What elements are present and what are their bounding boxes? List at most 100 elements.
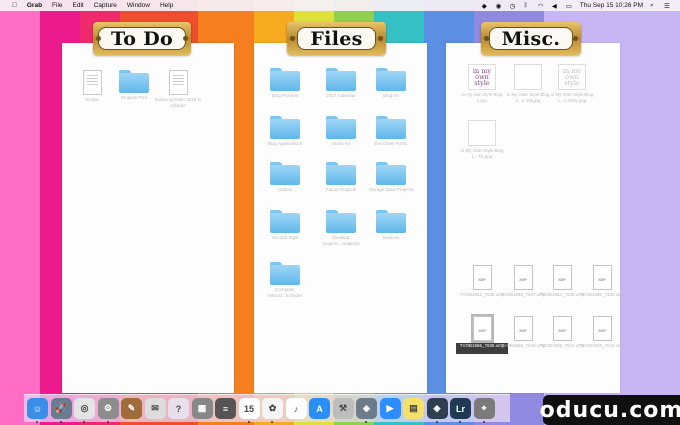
- dropbox-icon[interactable]: ◆: [482, 2, 489, 10]
- desktop-item[interactable]: Invoices: [365, 210, 417, 246]
- volume-icon[interactable]: ◀: [552, 2, 559, 10]
- screw-icon: [484, 36, 489, 41]
- desktop-item[interactable]: Desktop Organiz...ctobjects: [315, 210, 367, 246]
- dock-finder-icon[interactable]: ☺: [27, 398, 48, 423]
- desktop-item[interactable]: Blog Art: [365, 68, 417, 104]
- todo-title-plate: To Do: [93, 22, 191, 55]
- menu-window[interactable]: Window: [122, 2, 155, 9]
- xmp-file-icon: XMP: [470, 314, 494, 343]
- desktop-item[interactable]: 2017 Calendar: [315, 68, 367, 104]
- dock-glyph: ▦: [197, 403, 207, 413]
- dock-glyph: A: [316, 403, 323, 414]
- desktop-item-label: Invoices: [382, 235, 400, 240]
- folder-icon: [270, 210, 300, 233]
- dock-automator-icon[interactable]: ⚒: [332, 398, 354, 419]
- folder-icon: [326, 68, 356, 91]
- desktop-item[interactable]: in my own style in my own style Blog Logo: [456, 64, 508, 103]
- time-machine-icon[interactable]: ◷: [510, 2, 517, 10]
- screw-icon: [183, 36, 188, 41]
- running-indicator: [365, 421, 367, 423]
- dock-capture-one-icon[interactable]: ◈: [426, 398, 448, 423]
- dock-grab-icon[interactable]: ⌖: [473, 398, 495, 423]
- misc-title-plate: Misc.: [481, 22, 581, 55]
- bluetooth-icon[interactable]: ᛒ: [524, 2, 531, 9]
- desktop-item[interactable]: XMP TVOB1665_7639.xmp: [576, 265, 628, 303]
- dock-preview-icon[interactable]: ▦: [191, 398, 213, 419]
- desktop-item[interactable]: Videos: [259, 162, 311, 198]
- desktop-item[interactable]: You Dot Style: [259, 210, 311, 246]
- image-thumbnail-icon: in my own style: [558, 64, 586, 90]
- dock-launchpad-icon[interactable]: 🚀: [50, 398, 72, 423]
- running-indicator: [83, 421, 85, 423]
- dock-textedit-icon[interactable]: ≡: [215, 398, 236, 419]
- desktop-item[interactable]: Future Projects: [315, 162, 367, 198]
- dock-glyph: 🚀: [55, 403, 67, 413]
- todo-title: To Do: [111, 27, 173, 50]
- desktop-item-label: Ent Client Fonts: [374, 141, 407, 146]
- desktop-item[interactable]: XMP TVOB1669_7642.xmp: [576, 316, 628, 354]
- desktop-item-label: Videos: [278, 187, 292, 192]
- battery-icon[interactable]: ▭: [566, 2, 573, 10]
- dock-glyph: Lr: [456, 403, 465, 414]
- desktop-item[interactable]: Blog Pictures: [259, 68, 311, 104]
- dock-calendar-icon[interactable]: 15: [238, 398, 260, 423]
- app-menu[interactable]: Grab: [22, 2, 47, 9]
- desktop-item[interactable]: Computer Instruct...Includes: [259, 262, 311, 298]
- menu-capture[interactable]: Capture: [89, 2, 122, 9]
- dock-glyph: ◎: [80, 403, 89, 413]
- menu-help[interactable]: Help: [155, 2, 178, 9]
- dock-photos-icon[interactable]: ✿: [262, 398, 283, 423]
- desktop-item[interactable]: Blog Applications: [259, 116, 311, 152]
- wallpaper-stripe: [0, 0, 40, 425]
- desktop-item[interactable]: Follow up letter 2016 to Adophe: [152, 70, 204, 108]
- desktop-item-label: Blog Pictures: [271, 93, 299, 98]
- xmp-file-icon: XMP: [513, 265, 533, 290]
- desktop-item-label: Blog Applications: [267, 141, 303, 146]
- xmp-file-icon: XMP: [552, 316, 572, 341]
- image-thumbnail-icon: [514, 64, 542, 90]
- folder-icon: [326, 162, 356, 185]
- misc-title: Misc.: [501, 27, 561, 50]
- dock-screenshot-icon[interactable]: ◈: [356, 398, 377, 423]
- desktop-item-label: in my own style Blog Logo: [461, 92, 503, 103]
- xmp-file-icon: XMP: [592, 316, 612, 341]
- watermark-text: oducu.com: [539, 397, 680, 423]
- dock-mail-icon[interactable]: ✉: [144, 398, 166, 419]
- desktop-item[interactable]: Istock Art: [315, 116, 367, 152]
- spotlight-icon[interactable]: ⌕: [650, 2, 657, 9]
- desktop-item-label: You Dot Style: [271, 235, 299, 240]
- desktop-item[interactable]: in My Own Style Blog L...Tb.png: [456, 120, 508, 159]
- dock-glyph: ◈: [433, 403, 441, 413]
- desktop-item[interactable]: Ent Client Fonts: [365, 116, 417, 152]
- shield-icon[interactable]: ◉: [496, 2, 503, 10]
- desktop-item[interactable]: Storage Save Projects: [365, 162, 417, 198]
- desktop-item-label: Future Projects: [325, 187, 357, 192]
- desktop-item-label: Desktop Organiz...ctobjects: [322, 235, 360, 246]
- wifi-icon[interactable]: ◠: [538, 2, 545, 10]
- dock-zoom-icon[interactable]: ▶: [379, 398, 401, 419]
- files-title-plate: Files: [287, 22, 386, 55]
- menu-file[interactable]: File: [47, 2, 67, 9]
- dock-notes-icon[interactable]: ✎: [121, 398, 142, 419]
- folder-icon: [376, 116, 406, 139]
- desktop-item-label: Follow up letter 2016 to Adophe: [154, 97, 202, 108]
- dock-system-preferences-icon[interactable]: ⚙: [97, 398, 119, 423]
- menu-edit[interactable]: Edit: [68, 2, 89, 9]
- running-indicator: [459, 421, 461, 423]
- menubar-clock[interactable]: Thu Sep 15 10:26 PM: [580, 2, 643, 9]
- dock-stickies-icon[interactable]: ▤: [403, 398, 424, 419]
- dock-glyph: ✎: [127, 403, 136, 413]
- desktop-item[interactable]: in my own style in My Own Style Blog L...…: [546, 64, 598, 103]
- dock-itunes-icon[interactable]: ♪: [285, 398, 307, 419]
- dock-glyph: ⌖: [481, 403, 487, 413]
- running-indicator: [106, 421, 109, 423]
- folder-icon: [270, 262, 300, 285]
- running-indicator: [482, 421, 485, 423]
- dock-app-store-icon[interactable]: A: [309, 398, 330, 419]
- dock-lightroom-icon[interactable]: Lr: [450, 398, 471, 423]
- notification-center-icon[interactable]: ☰: [664, 2, 671, 10]
- folder-icon: [270, 162, 300, 185]
- dock-help-icon[interactable]: ?: [168, 398, 189, 419]
- apple-menu-icon[interactable]: : [7, 2, 22, 9]
- dock-chrome-icon[interactable]: ◎: [74, 398, 95, 423]
